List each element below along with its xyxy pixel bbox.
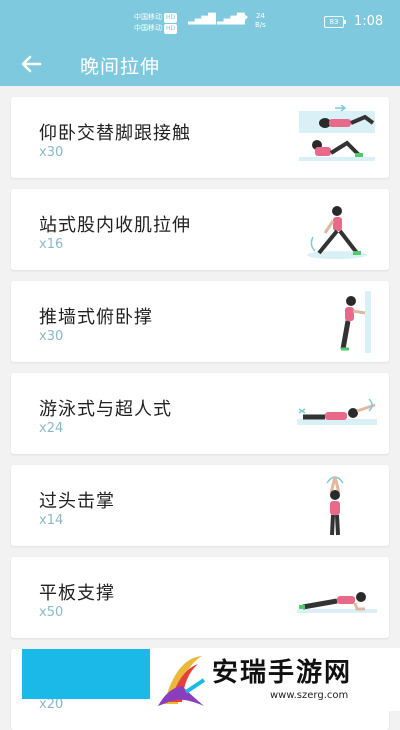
standing-adductor-stretch-illustration xyxy=(295,197,379,262)
battery-icon: 83 xyxy=(324,16,346,28)
exercise-name: 仰卧交替脚跟接触 xyxy=(39,123,191,144)
status-bar: 中国移动 HD 中国移动 HD ▂▄▆█ ▂▄▆█ 24 B/s 83 1:08 xyxy=(0,0,400,44)
overhead-clap-illustration xyxy=(295,473,379,538)
speed-value: 24 xyxy=(255,12,265,20)
exercise-card[interactable]: 游泳式与超人式 x24 xyxy=(11,373,389,454)
exercise-count: x14 xyxy=(39,513,64,528)
app-bar: 晚间拉伸 xyxy=(0,44,400,86)
exercise-card[interactable]: 仰卧交替脚跟接触 x30 xyxy=(11,97,389,178)
watermark: 安瑞手游网 www.szerg.com xyxy=(150,648,400,711)
arrow-left-icon xyxy=(21,55,42,73)
exercise-count: x50 xyxy=(39,605,64,620)
carrier-info: 中国移动 HD 中国移动 HD xyxy=(134,12,178,34)
battery-level: 83 xyxy=(329,18,339,26)
exercise-count: x24 xyxy=(39,421,64,436)
exercise-name: 游泳式与超人式 xyxy=(39,399,172,420)
page-title: 晚间拉伸 xyxy=(80,56,161,78)
exercise-count: x16 xyxy=(39,237,64,252)
exercise-card[interactable]: 推墙式俯卧撑 x30 xyxy=(11,281,389,362)
clock: 1:08 xyxy=(354,14,384,29)
exercise-name: 推墙式俯卧撑 xyxy=(39,307,153,328)
wifi-icon xyxy=(233,13,249,28)
wall-pushup-illustration xyxy=(295,289,379,354)
carrier-2: 中国移动 xyxy=(134,24,162,32)
speed-unit: B/s xyxy=(255,21,266,29)
exercise-count: x30 xyxy=(39,145,64,160)
hd-badge-2: HD xyxy=(164,24,178,34)
exercise-count: x30 xyxy=(39,329,64,344)
plank-illustration xyxy=(295,565,379,630)
hd-badge: HD xyxy=(164,13,178,23)
exercise-name: 平板支撑 xyxy=(39,583,115,604)
watermark-title: 安瑞手游网 xyxy=(212,658,353,688)
watermark-url: www.szerg.com xyxy=(270,690,349,701)
overlay-block xyxy=(22,649,150,699)
exercise-card[interactable]: 平板支撑 x50 xyxy=(11,557,389,638)
carrier-1: 中国移动 xyxy=(134,13,162,21)
exercise-card[interactable]: 过头击掌 x14 xyxy=(11,465,389,546)
network-speed: 24 B/s xyxy=(255,12,266,30)
exercise-name: 站式股内收肌拉伸 xyxy=(39,215,191,236)
back-button[interactable] xyxy=(18,52,46,76)
swimmer-superman-illustration xyxy=(295,381,379,446)
exercise-card[interactable]: 站式股内收肌拉伸 x16 xyxy=(11,189,389,270)
lying-heel-touch-illustration xyxy=(295,104,379,170)
exercise-name: 过头击掌 xyxy=(39,491,115,512)
exercise-count: x20 xyxy=(39,697,64,712)
anrui-logo-icon xyxy=(150,648,210,711)
